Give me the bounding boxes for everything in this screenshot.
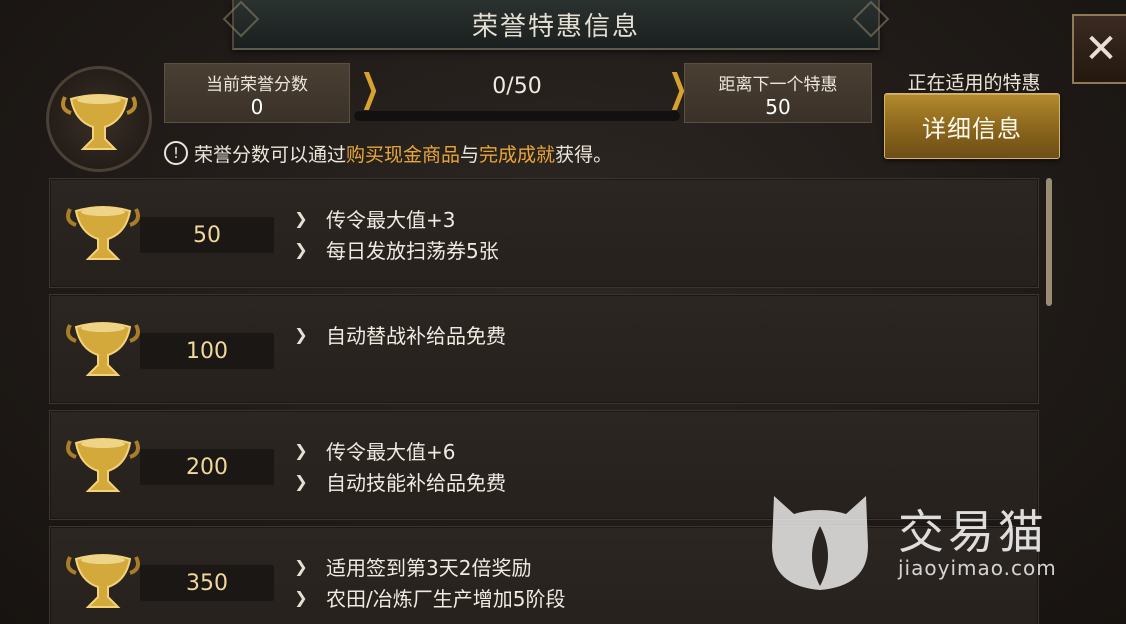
title-banner: 荣誉特惠信息 (222, 0, 890, 50)
perk-text: 每日发放扫荡券5张 (326, 239, 499, 263)
tier-row: 100 ❯ 自动替战补给品免费 (49, 294, 1039, 404)
chevron-right-icon: ❯ (294, 240, 308, 259)
close-button[interactable]: ✕ (1072, 14, 1126, 84)
perk-item: ❯ 每日发放扫荡券5张 (294, 234, 499, 265)
detail-info-button[interactable]: 详细信息 (884, 93, 1060, 159)
honor-emblem (46, 66, 152, 172)
chevron-right-icon: ❯ (294, 472, 308, 491)
current-score-box: 当前荣誉分数 0 (164, 63, 350, 123)
watermark: 交易猫 jiaoyimao.com (748, 480, 1088, 600)
notice-middle: 与 (460, 143, 480, 166)
chevron-right-icon: ❯ (294, 325, 308, 344)
perk-text: 传令最大值+3 (326, 208, 456, 232)
tier-row: 50 ❯ 传令最大值+3 ❯ 每日发放扫荡券5张 (49, 178, 1039, 288)
perk-text: 自动替战补给品免费 (326, 324, 506, 348)
tier-score: 200 (140, 449, 274, 485)
notice-prefix: 荣誉分数可以通过 (194, 143, 347, 166)
cat-logo-icon (772, 496, 868, 590)
perk-item: ❯ 适用签到第3天2倍奖励 (294, 551, 565, 582)
honor-perks-window: 荣誉特惠信息 ✕ 当前荣誉分数 0 ❯ 0/50 ❯ 距离下一个特惠 50 ! … (0, 0, 1126, 624)
chevron-right-icon: ❯ (294, 588, 308, 607)
trophy-icon (66, 206, 140, 260)
perk-text: 传令最大值+6 (326, 440, 456, 464)
perk-list: ❯ 传令最大值+3 ❯ 每日发放扫荡券5张 (294, 203, 499, 265)
watermark-brand: 交易猫 (898, 505, 1048, 559)
perk-list: ❯ 传令最大值+6 ❯ 自动技能补给品免费 (294, 435, 506, 497)
honor-notice: ! 荣誉分数可以通过 购买现金商品 与 完成成就 获得。 (164, 139, 612, 167)
perk-item: ❯ 自动替战补给品免费 (294, 319, 506, 350)
page-title: 荣誉特惠信息 (471, 12, 640, 42)
current-score-value: 0 (250, 95, 264, 119)
chevron-right-icon: ❯ (294, 209, 308, 228)
next-perk-box: 距离下一个特惠 50 (684, 63, 872, 123)
next-perk-label: 距离下一个特惠 (718, 75, 838, 95)
chevron-right-icon: ❯ (294, 441, 308, 460)
perk-item: ❯ 传令最大值+3 (294, 203, 499, 234)
tier-score: 100 (140, 333, 274, 369)
perk-item: ❯ 自动技能补给品免费 (294, 466, 506, 497)
list-scrollbar[interactable] (1046, 178, 1052, 306)
chevron-right-icon: ❯ (294, 557, 308, 576)
perk-text: 自动技能补给品免费 (326, 471, 506, 495)
info-icon: ! (164, 141, 188, 165)
trophy-icon (66, 554, 140, 608)
progress-bar (354, 111, 680, 121)
close-icon: ✕ (1084, 26, 1118, 72)
notice-link-achievements[interactable]: 完成成就 (479, 140, 555, 167)
trophy-icon (61, 94, 137, 150)
active-perk-label: 正在适用的特惠 (907, 72, 1041, 94)
perk-list: ❯ 适用签到第3天2倍奖励 ❯ 农田/冶炼厂生产增加5阶段 (294, 551, 565, 613)
tier-score: 350 (140, 565, 274, 601)
trophy-icon (66, 438, 140, 492)
perk-list: ❯ 自动替战补给品免费 (294, 319, 506, 350)
perk-item: ❯ 农田/冶炼厂生产增加5阶段 (294, 582, 565, 613)
perk-text: 农田/冶炼厂生产增加5阶段 (326, 587, 566, 611)
next-perk-value: 50 (765, 95, 791, 119)
watermark-url: jiaoyimao.com (898, 556, 1057, 580)
notice-link-purchase[interactable]: 购买现金商品 (346, 140, 460, 167)
notice-suffix: 获得。 (555, 143, 613, 166)
perk-text: 适用签到第3天2倍奖励 (326, 556, 532, 580)
trophy-icon (66, 322, 140, 376)
current-score-label: 当前荣誉分数 (206, 75, 308, 95)
progress-text: 0/50 (492, 74, 542, 99)
perk-item: ❯ 传令最大值+6 (294, 435, 506, 466)
tier-score: 50 (140, 217, 274, 253)
